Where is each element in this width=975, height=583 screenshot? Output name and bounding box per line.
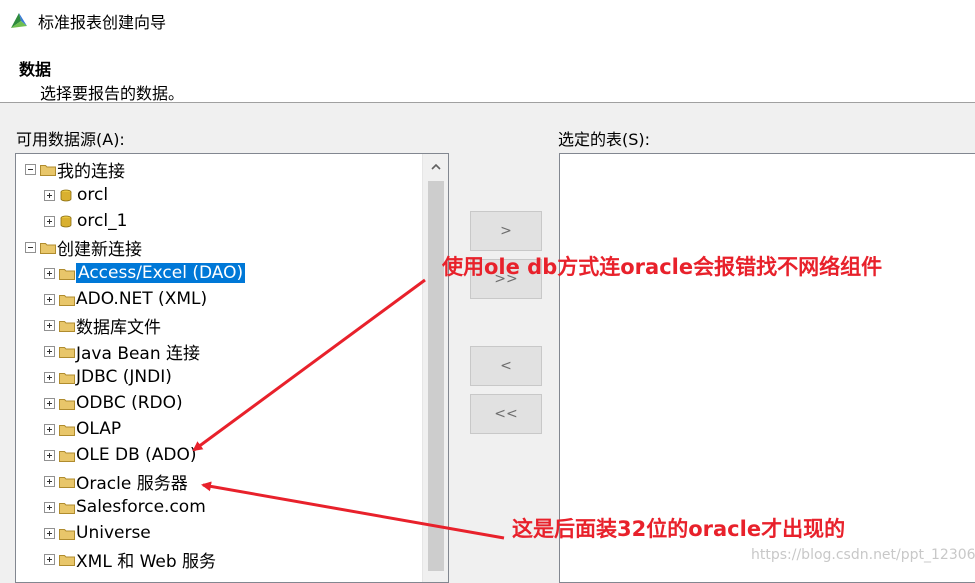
folder-icon — [59, 398, 75, 410]
expand-icon[interactable] — [44, 215, 55, 227]
tree-node[interactable]: 我的连接 — [25, 157, 125, 182]
tree-node-label: Salesforce.com — [76, 497, 206, 517]
chevron-up-icon — [431, 164, 441, 170]
folder-icon — [40, 242, 56, 254]
expand-icon[interactable] — [44, 319, 55, 331]
expand-icon[interactable] — [44, 527, 55, 539]
window-title: 标准报表创建向导 — [38, 13, 167, 32]
tree-node-label: Oracle 服务器 — [76, 473, 188, 494]
tree-node[interactable]: OLAP — [44, 417, 121, 441]
tree-node[interactable]: ODBC (RDO) — [44, 391, 183, 415]
folder-icon — [59, 320, 75, 332]
page-subtitle: 选择要报告的数据。 — [40, 84, 185, 103]
expand-icon[interactable] — [44, 189, 55, 201]
tree-node[interactable]: Java Bean 连接 — [44, 339, 201, 364]
expand-icon[interactable] — [44, 501, 55, 513]
folder-icon — [59, 528, 75, 540]
available-sources-label: 可用数据源(A): — [16, 130, 125, 149]
folder-icon — [59, 476, 75, 488]
remove-all-button[interactable]: << — [470, 394, 542, 434]
folder-icon — [59, 450, 75, 462]
expand-icon[interactable] — [44, 397, 55, 409]
tree-node[interactable]: XML 和 Web 服务 — [44, 547, 217, 572]
folder-icon — [59, 554, 75, 566]
expand-icon[interactable] — [44, 423, 55, 435]
tree-node-label: 我的连接 — [57, 161, 125, 182]
expand-icon[interactable] — [44, 371, 55, 383]
collapse-icon[interactable] — [25, 241, 36, 253]
tree-node-label: Universe — [76, 523, 151, 543]
expand-icon[interactable] — [44, 267, 55, 279]
tree-node-label: XML 和 Web 服务 — [76, 551, 217, 572]
database-icon — [60, 215, 72, 227]
tree-node-label: JDBC (JNDI) — [76, 367, 172, 387]
tree-node-label: Access/Excel (DAO) — [76, 263, 246, 283]
tree-node[interactable]: OLE DB (ADO) — [44, 443, 197, 467]
selected-tables-label: 选定的表(S): — [558, 130, 651, 149]
tree-node-label: OLAP — [76, 419, 122, 439]
add-button[interactable]: > — [470, 211, 542, 251]
folder-icon — [59, 424, 75, 436]
tree-node[interactable]: 数据库文件 — [44, 313, 161, 338]
folder-icon — [59, 372, 75, 384]
tree-node-label: OLE DB (ADO) — [76, 445, 197, 465]
tree-node[interactable]: Oracle 服务器 — [44, 469, 188, 494]
annotation-ole-db-error: 使用ole db方式连oracle会报错找不网络组件 — [442, 255, 883, 279]
annotation-oracle-32bit: 这是后面装32位的oracle才出现的 — [512, 517, 846, 541]
scroll-up-button[interactable] — [423, 154, 448, 180]
tree-node[interactable]: orcl — [44, 183, 108, 207]
collapse-icon[interactable] — [25, 163, 36, 175]
wizard-header: 数据 选择要报告的数据。 — [0, 40, 975, 103]
tree-node-label: ADO.NET (XML) — [76, 289, 208, 309]
tree-node[interactable]: 创建新连接 — [25, 235, 142, 260]
tree-node-label: orcl_1 — [77, 211, 128, 231]
folder-icon — [59, 294, 75, 306]
tree-node[interactable]: Universe — [44, 521, 151, 545]
tree-node-label: Java Bean 连接 — [76, 343, 201, 364]
tree-node-label: 数据库文件 — [76, 317, 161, 338]
scroll-thumb[interactable] — [428, 181, 444, 571]
tree-node-label: 创建新连接 — [57, 239, 142, 260]
tree-node[interactable]: Salesforce.com — [44, 495, 206, 519]
page-title: 数据 — [19, 60, 52, 79]
expand-icon[interactable] — [44, 345, 55, 357]
expand-icon[interactable] — [44, 553, 55, 565]
tree-node[interactable]: JDBC (JNDI) — [44, 365, 172, 389]
expand-icon[interactable] — [44, 449, 55, 461]
remove-button[interactable]: < — [470, 346, 542, 386]
expand-icon[interactable] — [44, 293, 55, 305]
tree-node[interactable]: ADO.NET (XML) — [44, 287, 207, 311]
title-bar: 标准报表创建向导 — [0, 0, 975, 40]
tree-node[interactable]: Access/Excel (DAO) — [44, 261, 246, 285]
tree-node[interactable]: orcl_1 — [44, 209, 127, 233]
tree-node-label: orcl — [77, 185, 109, 205]
wizard-icon — [11, 13, 27, 28]
folder-icon — [40, 164, 56, 176]
tree-node-label: ODBC (RDO) — [76, 393, 183, 413]
database-icon — [60, 189, 72, 201]
folder-icon — [59, 502, 75, 514]
folder-icon — [59, 268, 75, 280]
watermark: https://blog.csdn.net/ppt_12306 — [751, 547, 975, 563]
folder-icon — [59, 346, 75, 358]
tree-scrollbar[interactable] — [422, 154, 448, 582]
available-sources-tree[interactable]: 我的连接 orcl orcl_1 创建新连接 Access/Excel (DAO) ADO… — [15, 153, 449, 583]
expand-icon[interactable] — [44, 475, 55, 487]
